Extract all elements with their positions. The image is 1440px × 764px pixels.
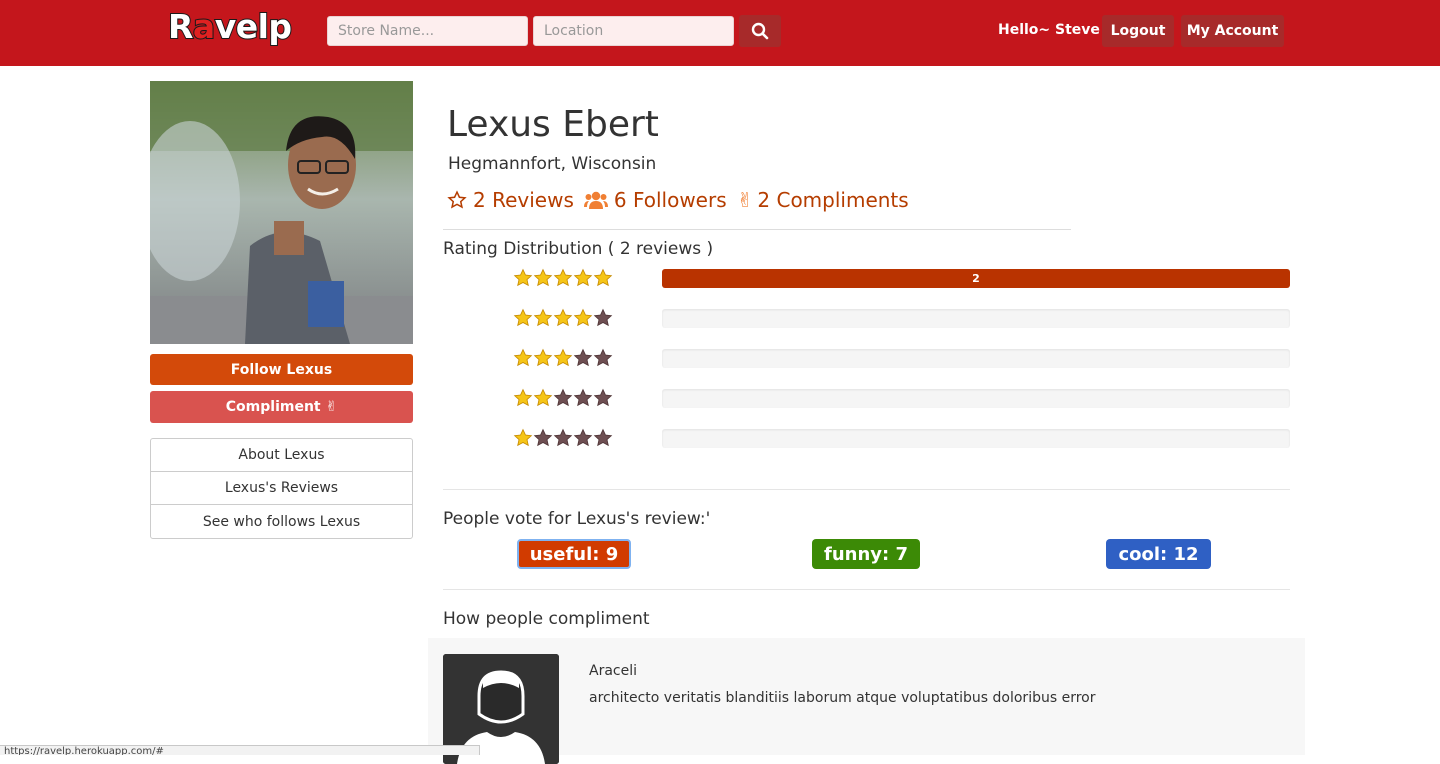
compliments-count: 2 Compliments <box>757 188 909 212</box>
divider <box>443 489 1290 490</box>
star-filled-icon <box>533 308 553 327</box>
location-input[interactable] <box>533 16 734 46</box>
cool-vote-button[interactable]: cool: 12 <box>1106 539 1211 569</box>
rating-row-3-star <box>513 348 1293 368</box>
star-filled-icon <box>533 348 553 367</box>
useful-vote-button[interactable]: useful: 9 <box>517 539 631 569</box>
my-account-button[interactable]: My Account <box>1181 15 1284 47</box>
compliments-title: How people compliment <box>443 609 650 629</box>
star-rating <box>513 348 613 368</box>
star-empty-icon <box>573 348 593 367</box>
divider <box>443 229 1071 230</box>
compliment-card: Araceli architecto veritatis blanditiis … <box>428 638 1305 764</box>
star-rating <box>513 428 613 448</box>
rating-bar <box>662 309 1290 328</box>
ravelp-logo[interactable]: Ravelp <box>166 6 294 58</box>
store-name-input[interactable] <box>327 16 528 46</box>
profile-avatar <box>150 81 413 344</box>
rating-row-5-star: 2 <box>513 268 1293 288</box>
followers-stat[interactable]: 6 Followers <box>583 188 727 212</box>
search-button[interactable] <box>739 15 781 47</box>
status-bar-url: https://ravelp.herokuapp.com/# <box>0 745 480 755</box>
star-filled-icon <box>513 308 533 327</box>
compliment-author[interactable]: Araceli <box>589 663 637 679</box>
star-filled-icon <box>513 388 533 407</box>
rating-bar <box>662 429 1290 448</box>
star-rating <box>513 388 613 408</box>
rating-bar <box>662 389 1290 408</box>
star-empty-icon <box>553 388 573 407</box>
rating-row-4-star <box>513 308 1293 328</box>
star-empty-icon <box>593 308 613 327</box>
rating-row-2-star <box>513 388 1293 408</box>
follow-button[interactable]: Follow Lexus <box>150 354 413 385</box>
star-empty-icon <box>573 388 593 407</box>
star-empty-icon <box>593 428 613 447</box>
peace-hand-icon: ✌ <box>736 188 754 212</box>
votes-title: People vote for Lexus's review:' <box>443 509 711 529</box>
search-icon <box>751 22 769 40</box>
followers-count: 6 Followers <box>613 188 727 212</box>
star-filled-icon <box>573 308 593 327</box>
compliment-text: architecto veritatis blanditiis laborum … <box>589 690 1096 706</box>
star-filled-icon <box>553 348 573 367</box>
star-empty-icon <box>573 428 593 447</box>
menu-reviews[interactable]: Lexus's Reviews <box>151 472 412 505</box>
star-empty-icon <box>593 388 613 407</box>
rating-bar <box>662 349 1290 368</box>
funny-vote-button[interactable]: funny: 7 <box>812 539 920 569</box>
compliment-button[interactable]: Compliment ✌ <box>150 391 413 423</box>
star-filled-icon <box>533 268 553 287</box>
divider <box>443 589 1290 590</box>
rating-row-1-star <box>513 428 1293 448</box>
profile-location: Hegmannfort, Wisconsin <box>448 154 657 174</box>
star-filled-icon <box>553 268 573 287</box>
menu-about[interactable]: About Lexus <box>151 439 412 472</box>
star-filled-icon <box>513 268 533 287</box>
star-filled-icon <box>553 308 573 327</box>
reviews-count: 2 Reviews <box>473 188 574 212</box>
star-filled-icon <box>593 268 613 287</box>
reviews-stat[interactable]: 2 Reviews <box>447 188 574 212</box>
star-empty-icon <box>533 428 553 447</box>
top-navbar: Ravelp Hello~ Steve Logout My Account <box>0 0 1440 66</box>
star-outline-icon <box>447 190 467 209</box>
star-filled-icon <box>513 428 533 447</box>
profile-stats: 2 Reviews 6 Followers ✌ 2 Compliments <box>447 186 919 214</box>
profile-name: Lexus Ebert <box>447 104 659 145</box>
users-icon <box>583 191 608 209</box>
profile-side-menu: About Lexus Lexus's Reviews See who foll… <box>150 438 413 539</box>
user-greeting: Hello~ Steve <box>998 22 1100 38</box>
star-empty-icon <box>553 428 573 447</box>
menu-followers[interactable]: See who follows Lexus <box>151 505 412 538</box>
star-rating <box>513 308 613 328</box>
compliments-stat[interactable]: ✌ 2 Compliments <box>737 188 909 212</box>
star-filled-icon <box>573 268 593 287</box>
logo-wordmark: Ravelp <box>167 6 293 47</box>
star-empty-icon <box>593 348 613 367</box>
rating-bar: 2 <box>662 269 1290 288</box>
star-rating <box>513 268 613 288</box>
logout-button[interactable]: Logout <box>1102 15 1174 47</box>
rating-bar-fill: 2 <box>662 269 1290 288</box>
rating-distribution-title: Rating Distribution ( 2 reviews ) <box>443 239 714 259</box>
star-filled-icon <box>513 348 533 367</box>
star-filled-icon <box>533 388 553 407</box>
